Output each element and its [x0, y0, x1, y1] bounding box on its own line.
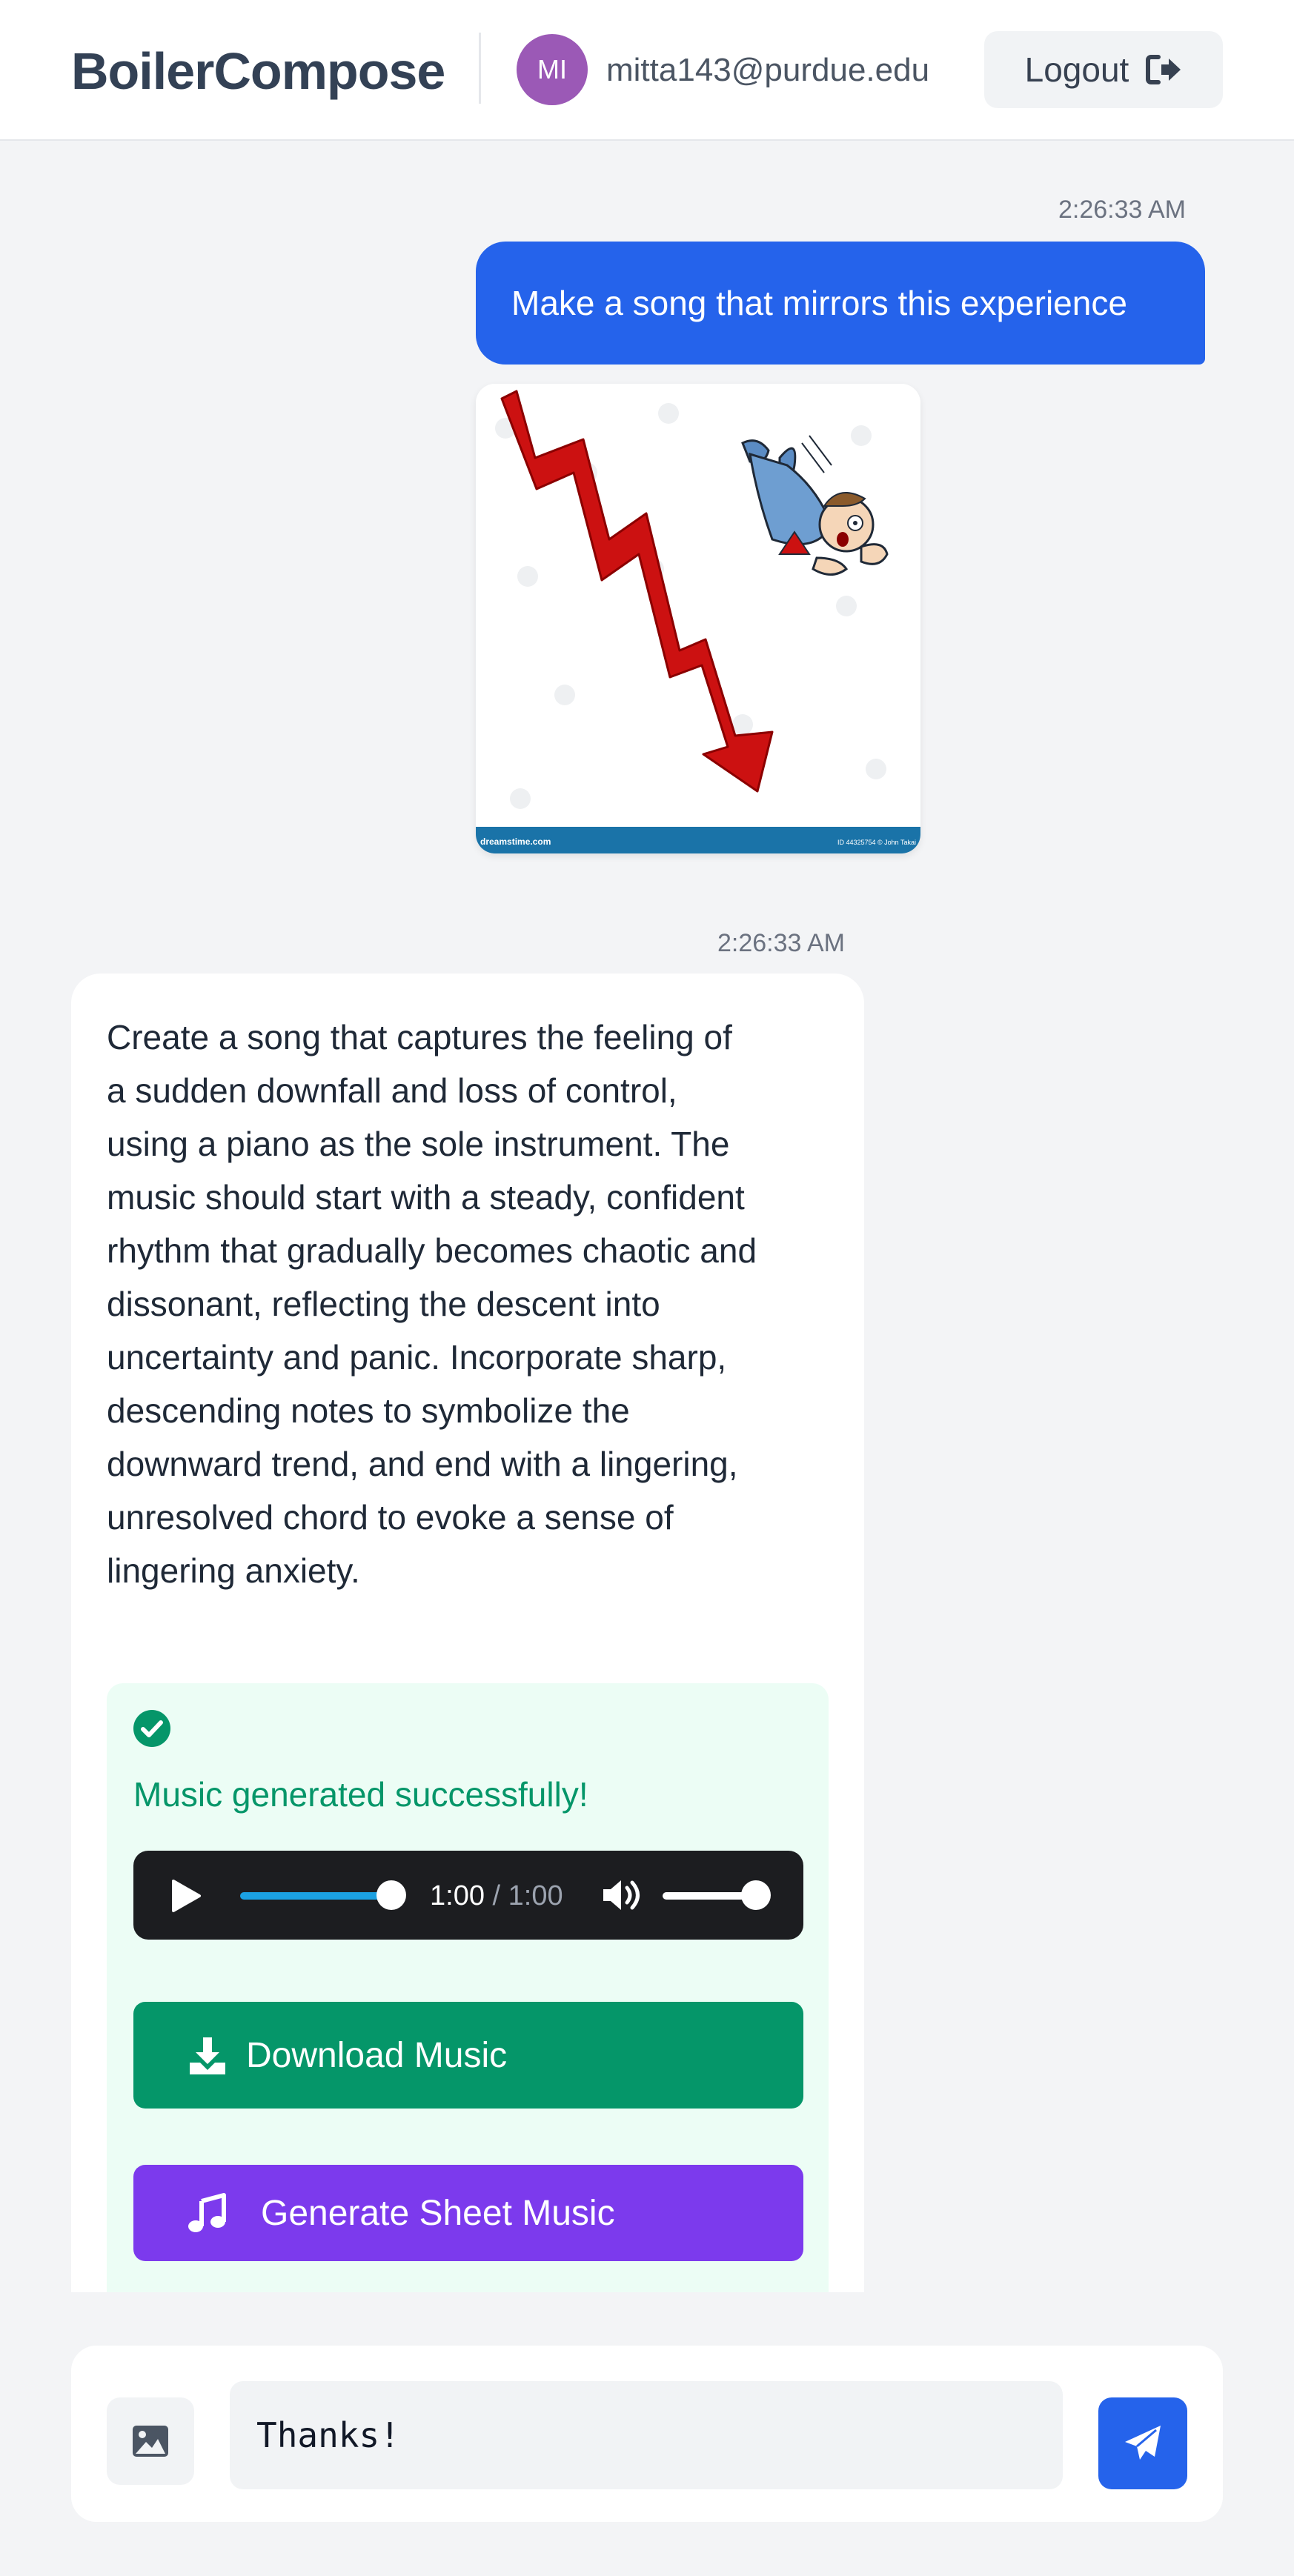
bot-message-bubble: Create a song that captures the feeling …	[71, 974, 864, 2292]
header-divider	[479, 33, 481, 104]
music-result-panel: Music generated successfully! 1:00 / 1:0…	[107, 1683, 829, 2292]
progress-handle[interactable]	[376, 1880, 406, 1910]
watermark-left: dreamstime.com	[480, 836, 551, 847]
logout-button[interactable]: Logout	[984, 31, 1223, 108]
message-composer	[71, 2346, 1223, 2522]
attach-image-button[interactable]	[107, 2397, 194, 2485]
user-uploaded-image[interactable]: dreamstime.com ID 44325754 © John Takai	[476, 384, 920, 853]
total-time: 1:00	[508, 1880, 563, 1911]
image-icon	[133, 2426, 168, 2457]
current-time: 1:00	[430, 1880, 485, 1911]
brand-title: BoilerCompose	[71, 42, 445, 100]
user-email: mitta143@purdue.edu	[606, 52, 930, 88]
user-message-bubble: Make a song that mirrors this experience	[476, 242, 1205, 365]
send-button[interactable]	[1098, 2397, 1187, 2489]
time-display: 1:00 / 1:00	[430, 1879, 563, 1913]
time-separator: /	[492, 1880, 501, 1911]
sign-out-icon	[1146, 55, 1181, 84]
paper-plane-icon	[1125, 2426, 1161, 2460]
user-message-timestamp: 2:26:33 AM	[1058, 196, 1187, 224]
logout-label: Logout	[1024, 50, 1129, 89]
play-icon[interactable]	[170, 1879, 202, 1913]
download-icon	[190, 2037, 225, 2074]
app-header: BoilerCompose MI mitta143@purdue.edu Log…	[0, 0, 1294, 141]
generate-sheet-music-button[interactable]: Generate Sheet Music	[133, 2165, 803, 2261]
check-circle-icon	[133, 1710, 170, 1747]
falling-businessman-illustration: dreamstime.com ID 44325754 © John Takai	[476, 384, 920, 853]
message-input[interactable]	[230, 2381, 1063, 2489]
volume-handle[interactable]	[741, 1880, 771, 1910]
download-music-button[interactable]: Download Music	[133, 2002, 803, 2109]
audio-player: 1:00 / 1:00	[133, 1851, 803, 1940]
bot-message-text: Create a song that captures the feeling …	[107, 1018, 757, 1590]
watermark-right: ID 44325754 © John Takai	[837, 839, 916, 846]
download-music-label: Download Music	[246, 2035, 508, 2075]
music-note-icon	[188, 2193, 226, 2232]
volume-icon[interactable]	[602, 1877, 642, 1913]
generate-sheet-music-label: Generate Sheet Music	[261, 2193, 615, 2233]
avatar: MI	[517, 34, 588, 105]
bot-message-timestamp: 2:26:33 AM	[717, 929, 846, 957]
progress-slider[interactable]	[240, 1892, 391, 1900]
success-message: Music generated successfully!	[133, 1775, 588, 1814]
